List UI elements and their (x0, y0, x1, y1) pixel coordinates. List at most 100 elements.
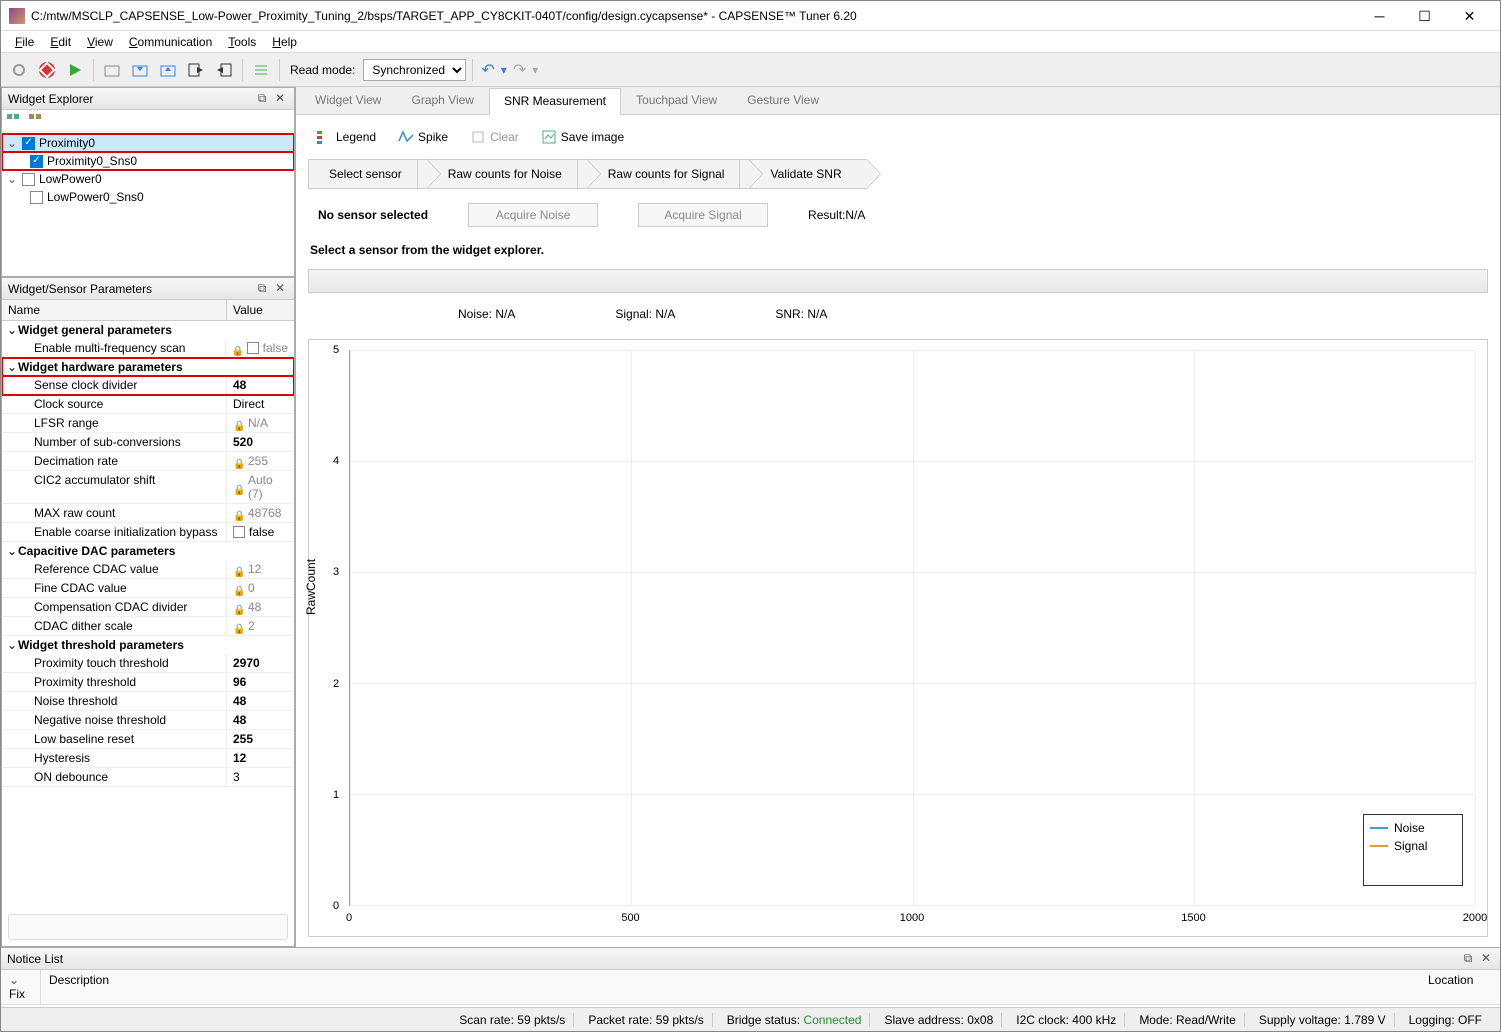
notice-title: Notice List (7, 952, 1458, 966)
export-left-icon[interactable] (212, 58, 236, 82)
menu-help[interactable]: Help (264, 32, 305, 52)
maximize-button[interactable]: ☐ (1402, 2, 1447, 30)
dock-icon[interactable]: ⧉ (1460, 951, 1476, 967)
param-row[interactable]: Proximity touch threshold2970 (2, 654, 294, 673)
tab-gesture-view[interactable]: Gesture View (732, 87, 834, 114)
param-row[interactable]: Fine CDAC value0 (2, 579, 294, 598)
tree-item-Proximity0_Sns0[interactable]: Proximity0_Sns0 (2, 152, 294, 170)
minimize-button[interactable]: ─ (1357, 2, 1402, 30)
param-row[interactable]: Compensation CDAC divider48 (2, 598, 294, 617)
tree-item-Proximity0[interactable]: ⌄Proximity0 (2, 134, 294, 152)
x-tick: 500 (621, 912, 639, 924)
checkbox[interactable] (233, 526, 245, 538)
window-title: C:/mtw/MSCLP_CAPSENSE_Low-Power_Proximit… (31, 9, 1357, 23)
snr-chart: RawCount Noise Signal 012345050010001500… (308, 339, 1488, 937)
open-icon[interactable] (100, 58, 124, 82)
checkbox[interactable] (22, 137, 35, 150)
legend-button[interactable]: Legend (312, 127, 380, 147)
acquire-signal-button[interactable]: Acquire Signal (638, 203, 768, 227)
checkbox[interactable] (247, 342, 259, 354)
param-group[interactable]: ⌄Capacitive DAC parameters (2, 542, 294, 560)
spike-button[interactable]: Spike (394, 127, 452, 147)
collapse-all-icon[interactable] (28, 113, 44, 129)
checkbox[interactable] (22, 173, 35, 186)
save-image-button[interactable]: Save image (537, 127, 628, 147)
progress-bar (308, 269, 1488, 293)
widget-tree[interactable]: ⌄Proximity0Proximity0_Sns0⌄LowPower0LowP… (2, 132, 294, 276)
lock-icon (232, 343, 243, 354)
menu-edit[interactable]: Edit (42, 32, 79, 52)
import-up-icon[interactable] (156, 58, 180, 82)
gear-icon[interactable] (7, 58, 31, 82)
import-down-icon[interactable] (128, 58, 152, 82)
menu-communication[interactable]: Communication (121, 32, 220, 52)
notice-list-panel: Notice List ⧉ ✕ ⌄ Fix Description Locati… (1, 947, 1500, 1007)
read-mode-select[interactable]: Synchronized (363, 59, 466, 81)
param-group[interactable]: ⌄Widget threshold parameters (2, 636, 294, 654)
legend-noise: Noise (1394, 821, 1425, 835)
y-tick: 4 (333, 455, 339, 467)
param-row[interactable]: Number of sub-conversions520 (2, 433, 294, 452)
param-row[interactable]: MAX raw count48768 (2, 504, 294, 523)
tree-item-LowPower0_Sns0[interactable]: LowPower0_Sns0 (2, 188, 294, 206)
menu-tools[interactable]: Tools (220, 32, 264, 52)
lock-icon (233, 508, 244, 519)
param-row[interactable]: CDAC dither scale2 (2, 617, 294, 636)
list-icon[interactable] (249, 58, 273, 82)
expand-all-icon[interactable] (6, 113, 22, 129)
param-row[interactable]: CIC2 accumulator shiftAuto (7) (2, 471, 294, 504)
param-row[interactable]: Enable coarse initialization bypassfalse (2, 523, 294, 542)
param-row[interactable]: Noise threshold48 (2, 692, 294, 711)
clear-button[interactable]: Clear (466, 127, 523, 147)
close-button[interactable]: ✕ (1447, 2, 1492, 30)
checkbox[interactable] (30, 191, 43, 204)
legend-signal: Signal (1394, 839, 1427, 853)
param-group[interactable]: ⌄Widget hardware parameters (2, 358, 294, 376)
param-row[interactable]: Reference CDAC value12 (2, 560, 294, 579)
disconnect-icon[interactable] (35, 58, 59, 82)
export-right-icon[interactable] (184, 58, 208, 82)
play-icon[interactable] (63, 58, 87, 82)
param-row[interactable]: Sense clock divider48 (2, 376, 294, 395)
param-row[interactable]: LFSR rangeN/A (2, 414, 294, 433)
redo-icon[interactable]: ↷ (511, 60, 528, 80)
packet-rate: 59 pkts/s (656, 1013, 704, 1027)
tab-widget-view[interactable]: Widget View (300, 87, 396, 114)
param-row[interactable]: Decimation rate255 (2, 452, 294, 471)
dock-icon[interactable]: ⧉ (254, 91, 270, 107)
x-tick: 2000 (1463, 912, 1487, 924)
tree-item-LowPower0[interactable]: ⌄LowPower0 (2, 170, 294, 188)
step-raw-counts-for-noise[interactable]: Raw counts for Noise (417, 159, 587, 189)
tab-touchpad-view[interactable]: Touchpad View (621, 87, 732, 114)
param-row[interactable]: Proximity threshold96 (2, 673, 294, 692)
checkbox[interactable] (30, 155, 43, 168)
undo-icon[interactable]: ↶ (479, 60, 496, 80)
step-raw-counts-for-signal[interactable]: Raw counts for Signal (577, 159, 750, 189)
step-select-sensor[interactable]: Select sensor (308, 159, 427, 189)
param-row[interactable]: Hysteresis12 (2, 749, 294, 768)
tab-snr-measurement[interactable]: SNR Measurement (489, 88, 621, 115)
panel-close-icon[interactable]: ✕ (1478, 951, 1494, 967)
noise-metric: Noise: N/A (458, 307, 515, 321)
param-row[interactable]: Low baseline reset255 (2, 730, 294, 749)
panel-close-icon[interactable]: ✕ (272, 91, 288, 107)
y-tick: 2 (333, 678, 339, 690)
slave-address: 0x08 (967, 1013, 993, 1027)
panel-close-icon[interactable]: ✕ (272, 281, 288, 297)
acquire-noise-button[interactable]: Acquire Noise (468, 203, 598, 227)
menu-file[interactable]: File (7, 32, 42, 52)
widget-explorer-panel: Widget Explorer ⧉ ✕ ⌄Proximity0Proximity… (1, 87, 295, 277)
params-title: Widget/Sensor Parameters (8, 282, 252, 296)
param-row[interactable]: Enable multi-frequency scanfalse (2, 339, 294, 358)
param-row[interactable]: ON debounce3 (2, 768, 294, 787)
col-location: Location (1420, 970, 1500, 1004)
param-row[interactable]: Negative noise threshold48 (2, 711, 294, 730)
param-group[interactable]: ⌄Widget general parameters (2, 321, 294, 339)
tab-graph-view[interactable]: Graph View (396, 87, 488, 114)
menu-view[interactable]: View (79, 32, 121, 52)
no-sensor-label: No sensor selected (318, 208, 428, 222)
dock-icon[interactable]: ⧉ (254, 281, 270, 297)
lock-icon (233, 583, 244, 594)
params-panel: Widget/Sensor Parameters ⧉ ✕ Name Value … (1, 277, 295, 947)
param-row[interactable]: Clock sourceDirect (2, 395, 294, 414)
